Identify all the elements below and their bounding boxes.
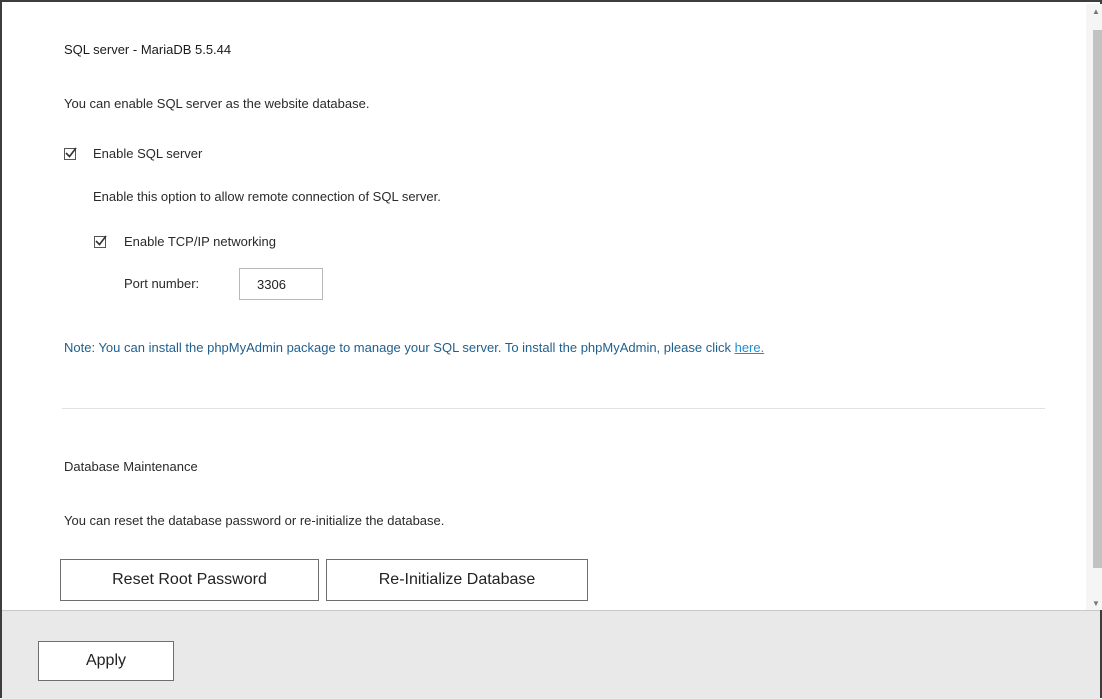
port-number-label: Port number: <box>124 276 200 291</box>
enable-sql-checkbox[interactable] <box>64 147 77 160</box>
enable-tcp-label[interactable]: Enable TCP/IP networking <box>124 234 276 249</box>
maintenance-section-title: Database Maintenance <box>64 459 198 474</box>
remote-connection-description: Enable this option to allow remote conne… <box>93 189 441 204</box>
reset-root-password-button[interactable]: Reset Root Password <box>60 559 319 601</box>
scroll-down-icon[interactable]: ▼ <box>1092 600 1100 608</box>
footer-bar: Apply <box>2 610 1100 699</box>
scroll-up-icon[interactable]: ▲ <box>1092 8 1100 16</box>
checkmark-icon <box>95 235 107 246</box>
scrollbar-thumb[interactable] <box>1093 30 1102 568</box>
enable-tcp-checkbox[interactable] <box>94 235 107 248</box>
settings-content: SQL server - MariaDB 5.5.44 You can enab… <box>2 2 1084 610</box>
checkmark-icon <box>65 147 77 158</box>
sql-section-description: You can enable SQL server as the website… <box>64 96 370 111</box>
reinitialize-database-button[interactable]: Re-Initialize Database <box>326 559 588 601</box>
port-number-input[interactable] <box>239 268 323 300</box>
vertical-scrollbar[interactable]: ▲ ▼ <box>1086 4 1102 610</box>
enable-sql-label[interactable]: Enable SQL server <box>93 146 202 161</box>
settings-window: SQL server - MariaDB 5.5.44 You can enab… <box>0 0 1102 699</box>
phpmyadmin-note-text: Note: You can install the phpMyAdmin pac… <box>64 340 735 355</box>
phpmyadmin-note: Note: You can install the phpMyAdmin pac… <box>64 340 764 355</box>
apply-button[interactable]: Apply <box>38 641 174 681</box>
section-divider <box>62 408 1045 409</box>
maintenance-description: You can reset the database password or r… <box>64 513 445 528</box>
phpmyadmin-install-link[interactable]: here. <box>735 340 765 355</box>
sql-section-title: SQL server - MariaDB 5.5.44 <box>64 42 232 57</box>
